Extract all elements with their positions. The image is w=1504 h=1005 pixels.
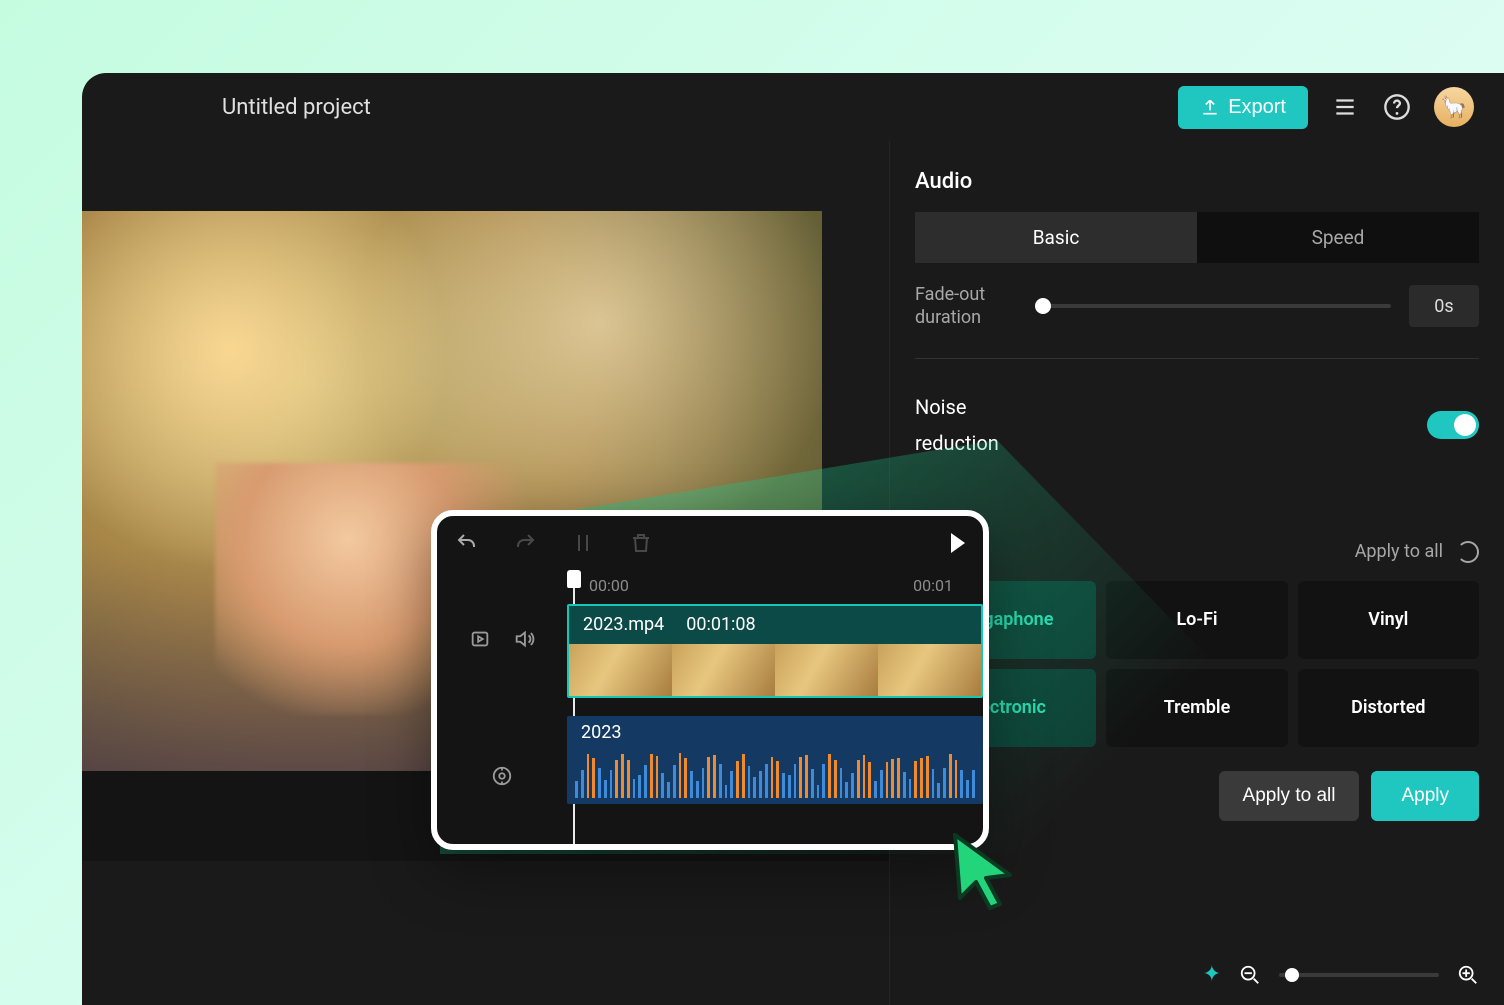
effect-vinyl[interactable]: Vinyl	[1298, 581, 1479, 659]
panel-title: Audio	[915, 141, 1479, 212]
video-clip-filename: 2023.mp4	[583, 614, 664, 635]
user-avatar[interactable]: 🦙	[1434, 87, 1474, 127]
zoom-slider[interactable]	[1279, 973, 1439, 977]
undo-icon[interactable]	[455, 531, 479, 555]
timeline-popup: 00:00 00:01 2023.mp4 00:01:08 2023	[431, 510, 989, 850]
export-label: Export	[1228, 96, 1286, 119]
audio-tabs: Basic Speed	[915, 212, 1479, 263]
top-bar: Untitled project Export 🦙	[82, 73, 1504, 141]
redo-icon	[513, 531, 537, 555]
project-title: Untitled project	[222, 95, 1178, 120]
tab-speed[interactable]: Speed	[1197, 212, 1479, 263]
timeline-play-icon[interactable]	[951, 533, 965, 553]
effects-grid: Megaphone Lo-Fi Vinyl Electronic Tremble…	[915, 581, 1479, 747]
timeline-toolbar	[437, 516, 983, 570]
volume-icon[interactable]	[513, 628, 535, 650]
divider	[915, 358, 1479, 359]
apply-to-all-button[interactable]: Apply to all	[1219, 771, 1360, 821]
split-icon	[571, 531, 595, 555]
audio-clip-name: 2023	[581, 722, 621, 743]
timeline-body: 00:00 00:01 2023.mp4 00:01:08 2023	[437, 570, 983, 844]
audio-clip[interactable]: 2023	[567, 716, 983, 804]
effect-lofi[interactable]: Lo-Fi	[1106, 581, 1287, 659]
audio-track-header[interactable]	[437, 707, 567, 844]
video-thumbnails	[569, 644, 981, 696]
slider-thumb[interactable]	[1035, 298, 1051, 314]
zoom-in-icon[interactable]	[1457, 964, 1479, 986]
apply-button[interactable]: Apply	[1371, 771, 1479, 821]
upload-icon	[1200, 97, 1220, 117]
help-icon[interactable]	[1382, 92, 1412, 122]
fade-out-value[interactable]: 0s	[1409, 285, 1479, 327]
audio-waveform	[575, 752, 975, 798]
layers-icon[interactable]	[1330, 92, 1360, 122]
zoom-out-icon[interactable]	[1239, 964, 1261, 986]
noise-reduction-label: Noisereduction	[915, 389, 999, 461]
effect-tremble[interactable]: Tremble	[1106, 669, 1287, 747]
timeline-gutter	[437, 570, 567, 844]
effect-distorted[interactable]: Distorted	[1298, 669, 1479, 747]
fade-out-row: Fade-out duration 0s	[915, 283, 1479, 330]
timeline-tracks[interactable]: 00:00 00:01 2023.mp4 00:01:08 2023	[567, 570, 983, 844]
reset-icon[interactable]	[1457, 541, 1479, 563]
snap-icon[interactable]: ✦	[1203, 962, 1221, 987]
noise-reduction-toggle[interactable]	[1427, 411, 1479, 439]
zoom-thumb[interactable]	[1285, 968, 1299, 982]
fade-out-slider[interactable]	[1043, 304, 1391, 308]
tab-basic[interactable]: Basic	[915, 212, 1197, 263]
timeline-ruler[interactable]: 00:00 00:01	[567, 570, 983, 604]
pointer-cursor-icon	[950, 830, 1020, 910]
video-clip-duration: 00:01:08	[686, 614, 755, 635]
noise-reduction-row: Noisereduction	[915, 389, 1479, 461]
ruler-time-0: 00:00	[589, 576, 629, 595]
ruler-time-1: 00:01	[913, 576, 953, 595]
apply-to-all-link[interactable]: Apply to all	[1355, 541, 1443, 562]
effects-actions: Apply to all Apply	[915, 771, 1479, 821]
export-button[interactable]: Export	[1178, 86, 1308, 129]
fade-out-label: Fade-out duration	[915, 283, 1025, 330]
delete-icon	[629, 531, 653, 555]
zoom-bar: ✦	[1203, 962, 1479, 987]
effects-header: Apply to all	[915, 541, 1479, 563]
video-clip[interactable]: 2023.mp4 00:01:08	[567, 604, 983, 698]
video-track-header[interactable]	[437, 570, 567, 707]
